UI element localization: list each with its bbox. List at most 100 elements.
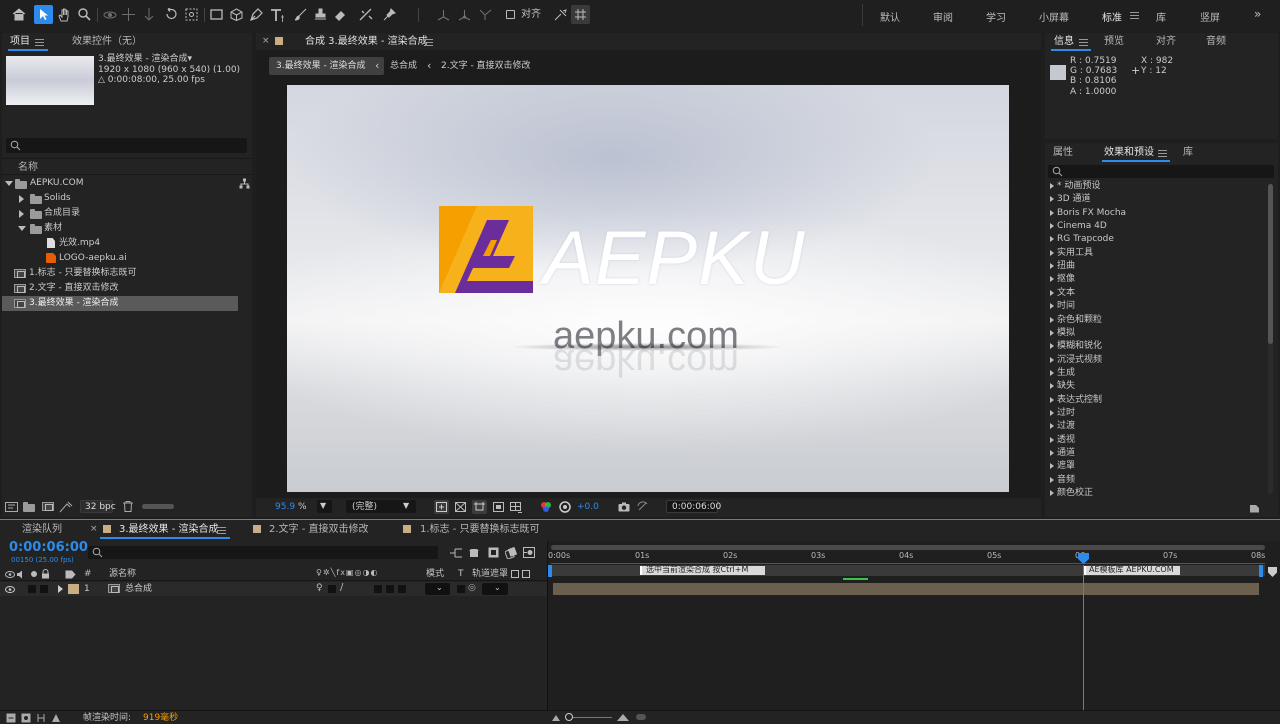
align-checkbox[interactable] <box>506 10 515 19</box>
effect-category[interactable]: RG Trapcode <box>1050 234 1265 247</box>
transfer-controls-toggle-icon[interactable] <box>20 712 31 723</box>
disclosure-closed-icon[interactable] <box>1050 236 1054 243</box>
eraser-tool-icon[interactable] <box>331 5 350 24</box>
frame-blend-switch[interactable] <box>386 585 394 593</box>
view-axis-icon[interactable] <box>476 5 495 24</box>
solo-icon[interactable] <box>31 571 37 577</box>
comp-viewer-canvas[interactable]: AEPKU aepku.com aepku.com <box>287 85 1009 492</box>
disclosure-closed-icon[interactable] <box>1050 423 1054 430</box>
close-tab-icon[interactable]: × <box>262 37 270 46</box>
disclosure-closed-icon[interactable] <box>1050 276 1054 283</box>
solo-checkbox[interactable] <box>28 585 36 593</box>
layer-switches-icons[interactable]: ♀✲╲fx▣◎◑◐ <box>316 569 378 577</box>
disclosure-open-icon[interactable] <box>5 181 13 186</box>
disclosure-closed-icon[interactable] <box>1050 476 1054 483</box>
disclosure-closed-icon[interactable] <box>19 210 24 218</box>
guides-icon[interactable] <box>509 500 523 514</box>
motion-blur-icon[interactable] <box>522 546 536 559</box>
workspace-vertical[interactable]: 竖屏 <box>1200 9 1220 24</box>
disclosure-closed-icon[interactable] <box>1050 369 1054 376</box>
motion-blur-switch[interactable] <box>398 585 406 593</box>
workspace-menu-icon[interactable] <box>1130 12 1139 19</box>
project-panel-menu-icon[interactable] <box>35 39 44 46</box>
workspace-small-screen[interactable]: 小屏幕 <box>1039 9 1069 24</box>
breadcrumb-item[interactable]: 总合成 <box>390 62 417 71</box>
fast-preview-icon[interactable] <box>434 500 449 514</box>
matte-toggle-icon[interactable] <box>522 570 530 578</box>
composition-mini-flowchart-icon[interactable] <box>449 546 463 559</box>
tab-render-queue[interactable]: 渲染队列 <box>22 525 62 535</box>
disclosure-closed-icon[interactable] <box>1050 183 1054 189</box>
effect-category[interactable]: 3D 通道 <box>1050 194 1265 207</box>
timeline-zoom-slider-thumb[interactable] <box>565 713 573 721</box>
project-item-comp-3[interactable]: 3.最终效果 - 渲染合成 <box>2 296 238 311</box>
effect-category[interactable]: 杂色和颗粒 <box>1050 315 1265 328</box>
trash-icon[interactable] <box>122 500 134 512</box>
dolly-camera-icon[interactable] <box>139 5 158 24</box>
effect-category[interactable]: 过时 <box>1050 408 1265 421</box>
color-channels-icon[interactable] <box>539 500 553 514</box>
tab-preview[interactable]: 预览 <box>1104 37 1124 47</box>
column-t[interactable]: T <box>458 570 464 579</box>
column-name[interactable]: 名称 <box>18 163 38 173</box>
layer-expand-icon[interactable] <box>58 585 63 593</box>
layer-label-color[interactable] <box>68 584 79 594</box>
orbit-camera-icon[interactable] <box>100 5 119 24</box>
disclosure-closed-icon[interactable] <box>1050 383 1054 390</box>
3d-shape-tool-icon[interactable] <box>227 5 246 24</box>
disclosure-closed-icon[interactable] <box>1050 356 1054 363</box>
effect-category[interactable]: 生成 <box>1050 368 1265 381</box>
tab-comp-3[interactable]: 3.最终效果 - 渲染合成 <box>119 525 219 535</box>
column-mode[interactable]: 模式 <box>426 570 444 579</box>
column-track-matte[interactable]: 轨道遮罩 <box>472 570 508 579</box>
zoom-value[interactable]: 95.9 <box>275 503 295 512</box>
effects-panel-menu-icon[interactable] <box>1158 150 1167 157</box>
project-item-light-mp4[interactable]: 光效.mp4 <box>2 236 238 251</box>
disclosure-closed-icon[interactable] <box>1050 263 1054 270</box>
disclosure-closed-icon[interactable] <box>1050 329 1054 336</box>
clone-stamp-tool-icon[interactable] <box>311 5 330 24</box>
effect-category[interactable]: * 动画预设 <box>1050 181 1265 194</box>
current-timecode[interactable]: 0:00:06:00 <box>9 541 88 554</box>
frame-blending-icon[interactable] <box>504 546 518 559</box>
zoom-out-icon[interactable] <box>550 712 562 723</box>
close-tab-icon[interactable]: × <box>90 525 98 534</box>
scrollbar-thumb[interactable] <box>1268 184 1273 344</box>
layer-name[interactable]: 总合成 <box>125 585 152 594</box>
eye-icon[interactable] <box>5 569 15 579</box>
show-snapshot-icon[interactable] <box>636 500 650 514</box>
region-of-interest-icon[interactable] <box>472 500 487 514</box>
disclosure-closed-icon[interactable] <box>1050 223 1054 230</box>
layer-switches-toggle-icon[interactable] <box>5 712 16 723</box>
project-item-comp-1[interactable]: 1.标志 - 只要替换标志既可 <box>2 266 238 281</box>
tab-properties[interactable]: 属性 <box>1053 148 1073 158</box>
current-time-indicator[interactable] <box>1083 565 1084 710</box>
project-item-comp-2[interactable]: 2.文字 - 直接双击修改 <box>2 281 238 296</box>
pan-camera-icon[interactable] <box>119 5 138 24</box>
preserve-transparency-checkbox[interactable] <box>457 585 465 593</box>
disclosure-closed-icon[interactable] <box>1050 396 1054 403</box>
snap-grid-icon[interactable] <box>571 5 590 24</box>
snapping-icon[interactable] <box>551 5 570 24</box>
thumb-name[interactable]: 3.最终效果 - 渲染合成▾ <box>98 55 192 64</box>
tab-comp-1[interactable]: 1.标志 - 只要替换标志既可 <box>420 525 540 535</box>
workspace-review[interactable]: 审阅 <box>933 9 953 24</box>
hand-tool-icon[interactable] <box>55 5 74 24</box>
work-area-bar[interactable] <box>551 545 1265 550</box>
exposure-value[interactable]: +0.0 <box>577 503 599 512</box>
effect-category[interactable]: 时间 <box>1050 301 1265 314</box>
brush-tool-icon[interactable] <box>291 5 310 24</box>
disclosure-closed-icon[interactable] <box>1050 490 1054 497</box>
effect-category[interactable]: 音频 <box>1050 475 1265 488</box>
effect-category[interactable]: 过渡 <box>1050 421 1265 434</box>
draft-3d-icon[interactable] <box>467 546 481 559</box>
rotate-tool-icon[interactable] <box>162 5 181 24</box>
type-tool-icon[interactable] <box>267 5 286 24</box>
in-out-toggle-icon[interactable] <box>35 712 46 723</box>
info-panel-menu-icon[interactable] <box>1079 39 1088 46</box>
folder-tree-icon[interactable] <box>238 177 250 189</box>
effect-category[interactable]: 模拟 <box>1050 328 1265 341</box>
tab-audio[interactable]: 音频 <box>1206 37 1226 47</box>
workspace-default[interactable]: 默认 <box>880 9 900 24</box>
timeline-search-input[interactable] <box>88 546 438 559</box>
